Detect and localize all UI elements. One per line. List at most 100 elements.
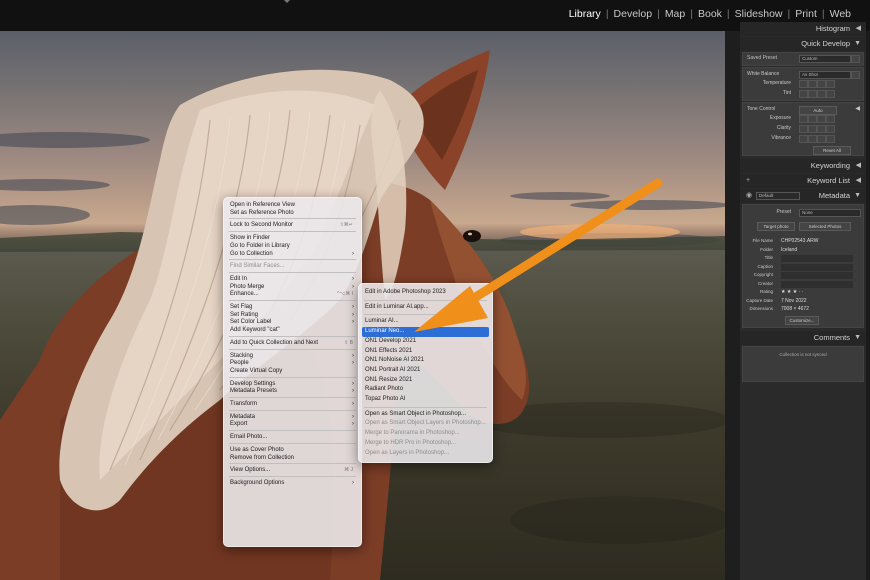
exposure-dec[interactable] [808,115,817,123]
menu-item-lock-to-second-monitor[interactable]: Lock to Second Monitor ⇧⌘↵ [227,221,358,231]
menu-item-label: Email Photo... [230,434,268,441]
tint-inc[interactable] [817,90,826,98]
expand-triangle-icon[interactable]: ▼ [854,37,861,51]
menu-item-background-options[interactable]: Background Options › [227,479,358,489]
menu-item-luminar-neo[interactable]: Luminar Neo... [362,327,489,337]
menu-item-on1-effects-2021[interactable]: ON1 Effects 2021 [362,347,489,357]
metadata-field-value[interactable] [781,263,853,271]
temperature-dec[interactable] [808,80,817,88]
menu-shortcut: ⇧⌘↵ [339,222,353,229]
keyword-list-header[interactable]: + Keyword List ◀ [740,174,866,188]
clarity-inc[interactable] [817,125,826,133]
module-slideshow[interactable]: Slideshow [730,8,788,20]
tint-dec-large[interactable] [799,90,808,98]
menu-item-on1-nonoise-ai-2021[interactable]: ON1 NoNoise AI 2021 [362,356,489,366]
vibrance-dec[interactable] [808,135,817,143]
collapse-triangle-icon[interactable]: ◀ [856,174,861,188]
menu-item-on1-resize-2021[interactable]: ON1 Resize 2021 [362,376,489,386]
clarity-dec-large[interactable] [799,125,808,133]
menu-item-go-to-collection[interactable]: Go to Collection › [227,250,358,260]
saved-preset-select[interactable]: Custom [799,55,851,63]
vibrance-inc-large[interactable] [826,135,835,143]
menu-item-radiant-photo[interactable]: Radiant Photo [362,385,489,395]
clarity-inc-large[interactable] [826,125,835,133]
metadata-field-label: Dimensions [749,306,773,311]
exposure-inc-large[interactable] [826,115,835,123]
menu-item-on1-portrait-ai-2021[interactable]: ON1 Portrait AI 2021 [362,366,489,376]
metadata-field-value[interactable] [781,255,853,262]
menu-item-remove-from-collection[interactable]: Remove from Collection [227,454,358,464]
expand-triangle-icon[interactable]: ▼ [854,189,861,203]
metadata-field-value[interactable]: CHP02543.ARW [781,238,853,245]
saved-preset-toggle-icon[interactable] [851,55,860,63]
menu-item-metadata-presets[interactable]: Metadata Presets › [227,387,358,397]
menu-item-label: Use as Cover Photo [230,446,284,453]
menu-item-edit-in-adobe-photoshop-2023[interactable]: Edit in Adobe Photoshop 2023 [362,288,489,298]
expand-triangle-icon[interactable]: ▼ [854,331,861,345]
selected-photos-button[interactable]: Selected Photos [799,222,851,231]
menu-item-create-virtual-copy[interactable]: Create Virtual Copy [227,367,358,377]
metadata-field-value[interactable]: Iceland [781,247,853,254]
quick-develop-white-balance: White Balance As Shot Temperature Tint [742,67,864,101]
menu-item-add-keyword-cat[interactable]: Add Keyword "cat" [227,326,358,336]
histogram-header[interactable]: Histogram ◀ [740,22,866,36]
module-library[interactable]: Library [564,8,606,20]
menu-item-enhance[interactable]: Enhance... ^⌥⌘ I [227,290,358,300]
metadata-field-value[interactable]: 7008 × 4672 [781,306,853,313]
temperature-inc[interactable] [817,80,826,88]
panel-gutter [725,31,740,580]
menu-item-add-to-quick-collection-and-next[interactable]: Add to Quick Collection and Next ⇧ B [227,339,358,349]
module-map[interactable]: Map [660,8,690,20]
menu-item-view-options[interactable]: View Options... ⌘ J [227,466,358,476]
collapse-triangle-icon[interactable]: ◀ [856,159,861,173]
reset-all-button[interactable]: Reset All [813,146,851,155]
menu-item-label: Transform [230,401,258,407]
menu-item-label: Set Flag [230,304,253,310]
submenu-chevron-icon: › [352,479,354,486]
menu-separator [364,299,487,301]
keywording-header[interactable]: Keywording ◀ [740,159,866,173]
menu-item-edit-in-luminar-ai-app[interactable]: Edit in Luminar AI.app... [362,303,489,313]
exposure-inc[interactable] [817,115,826,123]
customize-button[interactable]: Customize... [785,316,819,325]
module-develop[interactable]: Develop [609,8,658,20]
module-web[interactable]: Web [825,8,856,20]
menu-item-export[interactable]: Export › [227,420,358,430]
target-photo-button[interactable]: Target photo [757,222,795,231]
tint-dec[interactable] [808,90,817,98]
metadata-header[interactable]: ◉ Default Metadata ▼ [740,189,866,203]
add-keyword-icon[interactable]: + [746,174,750,188]
menu-item-label: Set Rating [230,311,259,318]
menu-item-luminar-ai[interactable]: Luminar AI... [362,317,489,327]
menu-item-topaz-photo-ai[interactable]: Topaz Photo AI [362,395,489,405]
metadata-field-value[interactable]: ★ ★ ★ · · [781,288,803,297]
comments-header[interactable]: Comments ▼ [740,331,866,345]
menu-item-set-as-reference-photo[interactable]: Set as Reference Photo [227,209,358,219]
menu-separator [229,442,356,444]
metadata-preset-select[interactable]: None [799,209,861,217]
context-menu: Open in Reference View Set as Reference P… [223,197,362,547]
metadata-field-label: File Name [752,238,773,243]
menu-item-email-photo[interactable]: Email Photo... [227,433,358,443]
menu-item-on1-develop-2021[interactable]: ON1 Develop 2021 [362,337,489,347]
vibrance-inc[interactable] [817,135,826,143]
vibrance-dec-large[interactable] [799,135,808,143]
tint-inc-large[interactable] [826,90,835,98]
exposure-dec-large[interactable] [799,115,808,123]
collapse-top-panel-icon[interactable] [284,0,290,3]
temperature-inc-large[interactable] [826,80,835,88]
module-print[interactable]: Print [790,8,822,20]
temperature-dec-large[interactable] [799,80,808,88]
metadata-view-select[interactable]: Default [756,192,800,200]
menu-item-open-as-smart-object-in-photoshop[interactable]: Open as Smart Object in Photoshop... [362,410,489,420]
clarity-dec[interactable] [808,125,817,133]
quick-develop-header[interactable]: Quick Develop ▼ [740,37,866,51]
module-book[interactable]: Book [693,8,727,20]
collapse-triangle-icon[interactable]: ◀ [856,22,861,36]
metadata-eye-icon[interactable]: ◉ [746,189,752,203]
metadata-field-value[interactable] [781,280,853,288]
metadata-field-value[interactable]: 7 Nov 2022 [781,298,853,305]
metadata-field-value[interactable] [781,272,853,279]
menu-item-transform[interactable]: Transform › [227,400,358,410]
menu-item-label: Open in Reference View [230,202,295,208]
